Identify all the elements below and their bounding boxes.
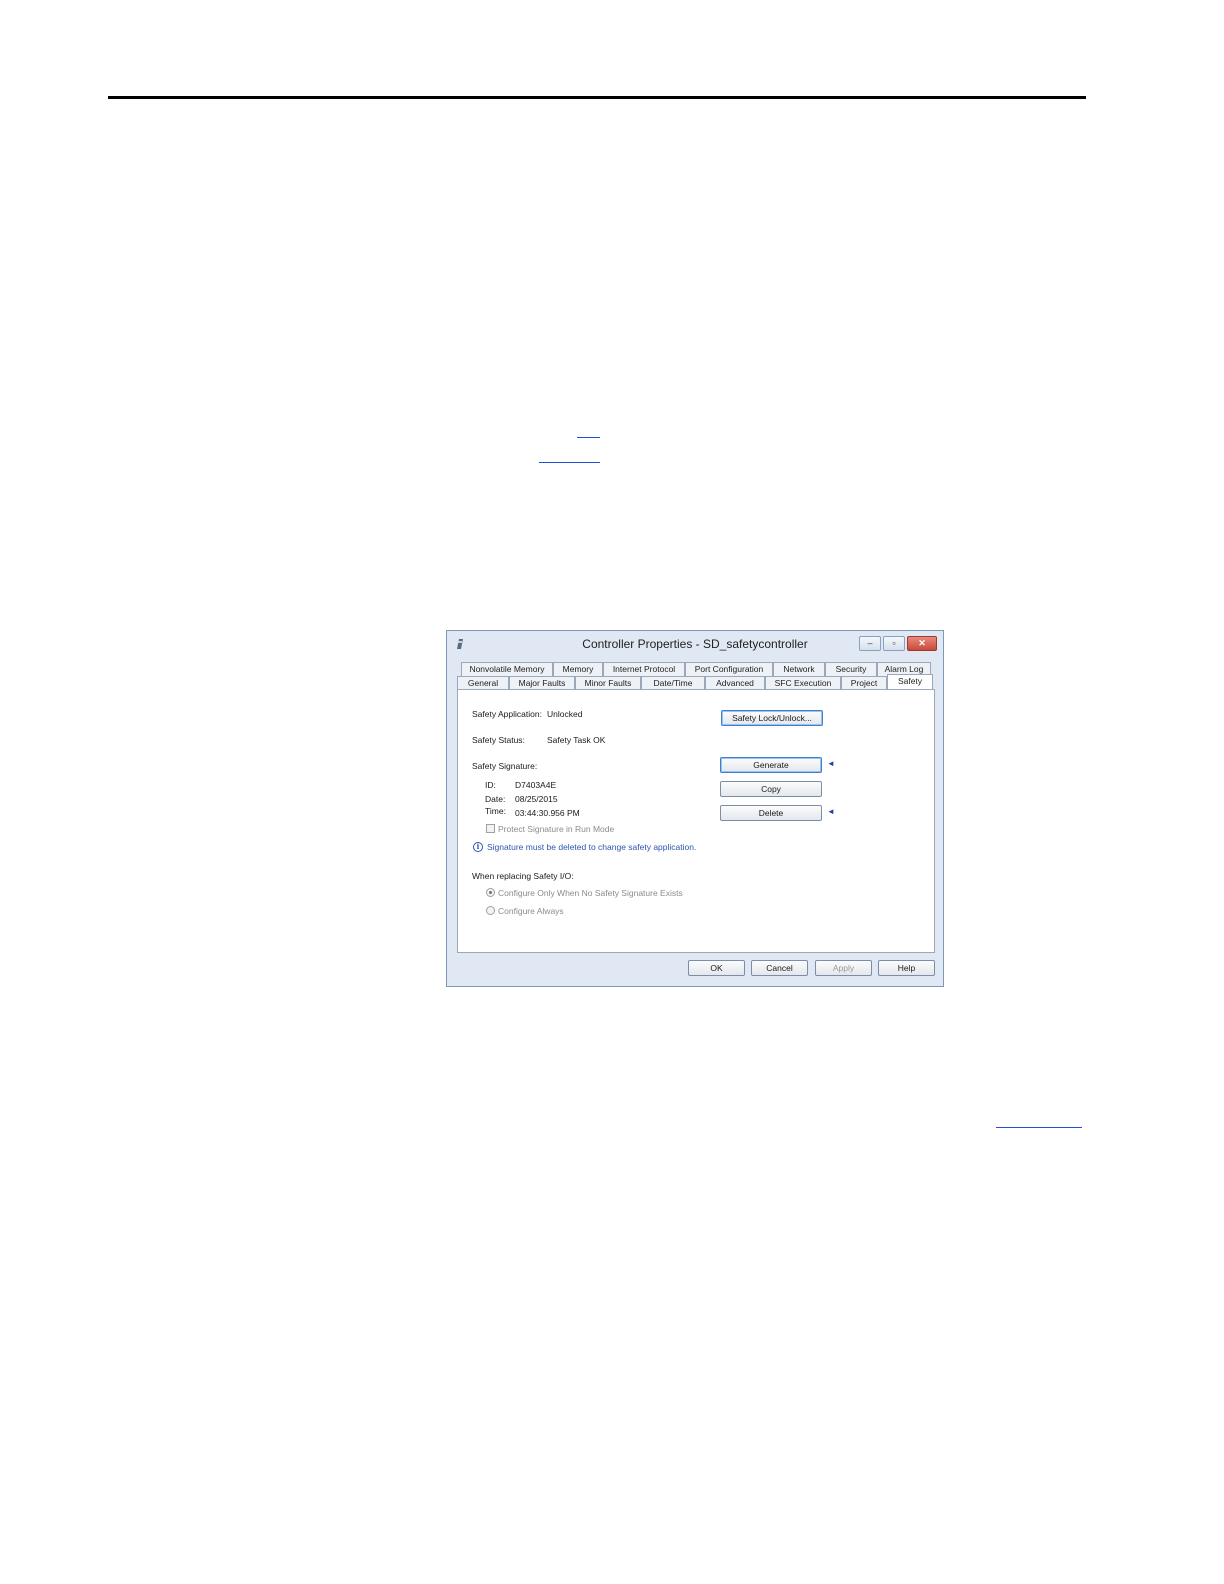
tab-network[interactable]: Network — [773, 662, 825, 676]
generate-button[interactable]: Generate — [720, 757, 822, 773]
maximize-button[interactable]: ▫ — [883, 636, 905, 651]
tab-project[interactable]: Project — [841, 676, 887, 690]
tab-nonvolatile-memory[interactable]: Nonvolatile Memory — [461, 662, 553, 676]
tab-memory[interactable]: Memory — [553, 662, 603, 676]
safety-tab-panel: Safety Application: Unlocked Safety Stat… — [457, 689, 935, 953]
protect-signature-label: Protect Signature in Run Mode — [498, 824, 615, 834]
safety-status-label: Safety Status: — [472, 735, 525, 745]
signature-id-label: ID: — [485, 780, 496, 790]
tab-safety[interactable]: Safety — [887, 674, 933, 689]
signature-info-text: Signature must be deleted to change safe… — [487, 842, 697, 852]
signature-time-label: Time: — [485, 806, 506, 816]
safety-application-label: Safety Application: — [472, 709, 542, 719]
safety-lock-unlock-button[interactable]: Safety Lock/Unlock... — [721, 710, 823, 726]
tab-minor-faults[interactable]: Minor Faults — [575, 676, 641, 690]
tab-sfc-execution[interactable]: SFC Execution — [765, 676, 841, 690]
safety-signature-label: Safety Signature: — [472, 761, 538, 771]
apply-button[interactable]: Apply — [815, 960, 872, 976]
tab-row-1: Nonvolatile Memory Memory Internet Proto… — [461, 662, 931, 676]
info-icon: i — [473, 842, 483, 852]
configure-only-radio[interactable] — [486, 888, 495, 897]
safety-application-value: Unlocked — [547, 709, 583, 719]
minimize-button[interactable]: ‒ — [859, 636, 881, 651]
replacing-safety-io-label: When replacing Safety I/O: — [472, 871, 574, 881]
cancel-button[interactable]: Cancel — [751, 960, 808, 976]
configure-always-radio[interactable] — [486, 906, 495, 915]
tab-row-2: General Major Faults Minor Faults Date/T… — [457, 674, 933, 690]
delete-button[interactable]: Delete — [720, 805, 822, 821]
controller-properties-dialog: Controller Properties - SD_safetycontrol… — [446, 630, 944, 987]
tab-date-time[interactable]: Date/Time — [641, 676, 705, 690]
ok-button[interactable]: OK — [688, 960, 745, 976]
dialog-titlebar: Controller Properties - SD_safetycontrol… — [447, 631, 943, 659]
tab-advanced[interactable]: Advanced — [705, 676, 765, 690]
close-button[interactable]: ✕ — [907, 636, 937, 651]
hyperlink-underline-2[interactable] — [539, 462, 600, 463]
tab-internet-protocol[interactable]: Internet Protocol — [603, 662, 685, 676]
copy-button[interactable]: Copy — [720, 781, 822, 797]
signature-time-value: 03:44:30.956 PM — [515, 808, 580, 818]
page-top-rule — [108, 96, 1086, 99]
generate-arrow-icon: ◄ — [827, 759, 835, 768]
tab-major-faults[interactable]: Major Faults — [509, 676, 575, 690]
configure-only-label: Configure Only When No Safety Signature … — [498, 888, 683, 898]
tab-port-configuration[interactable]: Port Configuration — [685, 662, 773, 676]
protect-signature-checkbox[interactable] — [486, 824, 495, 833]
tab-security[interactable]: Security — [825, 662, 877, 676]
configure-always-label: Configure Always — [498, 906, 564, 916]
delete-arrow-icon: ◄ — [827, 807, 835, 816]
hyperlink-underline-3[interactable] — [996, 1127, 1082, 1128]
hyperlink-underline-1[interactable] — [577, 437, 600, 438]
safety-status-value: Safety Task OK — [547, 735, 606, 745]
tab-general[interactable]: General — [457, 676, 509, 690]
signature-date-label: Date: — [485, 794, 506, 804]
help-button[interactable]: Help — [878, 960, 935, 976]
signature-date-value: 08/25/2015 — [515, 794, 558, 804]
signature-id-value: D7403A4E — [515, 780, 557, 790]
